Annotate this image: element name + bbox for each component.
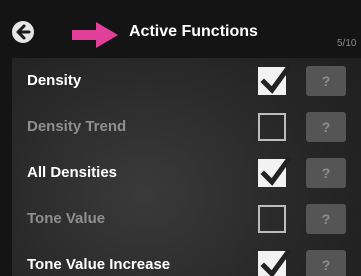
function-label: Tone Value: [27, 210, 106, 227]
function-label: Density Trend: [27, 118, 127, 135]
back-button[interactable]: [12, 21, 34, 43]
function-checkbox[interactable]: [258, 248, 291, 276]
function-label: Tone Value Increase: [27, 256, 171, 273]
function-checkbox[interactable]: [258, 205, 286, 233]
function-label: Density: [27, 72, 82, 89]
function-checkbox[interactable]: [258, 113, 286, 141]
active-functions-screen: Active Functions 5/10 Density ? Density …: [0, 0, 361, 276]
page-title: Active Functions: [129, 23, 258, 40]
help-button[interactable]: ?: [306, 250, 346, 276]
pink-arrow-icon: [72, 22, 118, 48]
help-button[interactable]: ?: [306, 204, 346, 234]
header-bar: Active Functions 5/10: [0, 0, 361, 58]
function-row-density-trend: Density Trend ?: [12, 104, 361, 150]
checkmark-icon: [260, 156, 291, 186]
function-checkbox[interactable]: [258, 156, 291, 187]
function-row-density: Density ?: [12, 58, 361, 104]
function-row-tone-value-increase: Tone Value Increase ?: [12, 242, 361, 276]
help-button[interactable]: ?: [306, 112, 346, 142]
help-button[interactable]: ?: [306, 66, 346, 96]
function-row-all-densities: All Densities ?: [12, 150, 361, 196]
function-checkbox[interactable]: [258, 64, 291, 95]
function-row-tone-value: Tone Value ?: [12, 196, 361, 242]
checkmark-icon: [260, 248, 291, 276]
checkmark-icon: [260, 64, 291, 94]
page-counter: 5/10: [337, 38, 357, 49]
back-arrow-icon: [16, 24, 31, 40]
left-edge-strip: [0, 58, 12, 276]
function-label: All Densities: [27, 164, 118, 181]
functions-list: Density ? Density Trend ? All Densities …: [12, 58, 361, 276]
help-button[interactable]: ?: [306, 158, 346, 188]
